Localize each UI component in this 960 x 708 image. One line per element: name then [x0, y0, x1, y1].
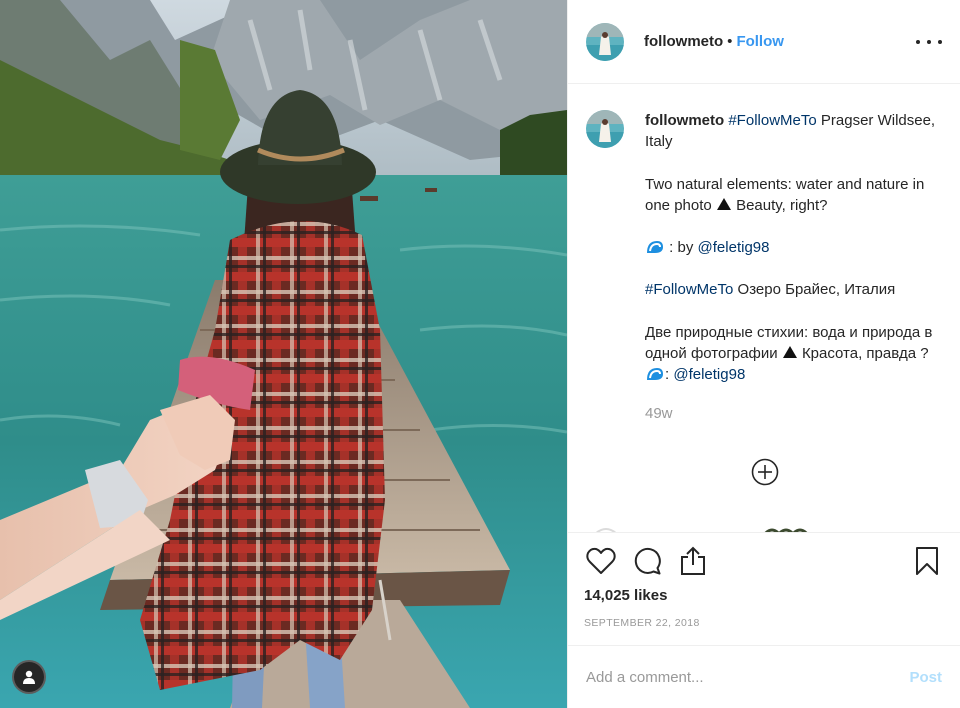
mention-link-2[interactable]: @feletig98 — [673, 366, 745, 383]
avatar-image — [586, 110, 624, 148]
header-username[interactable]: followmeto — [644, 33, 723, 50]
follow-button[interactable]: Follow — [736, 33, 784, 50]
mountain-emoji-icon — [716, 197, 731, 210]
caption-text: followmeto #FollowMeTo Pragser Wildsee, … — [645, 110, 942, 424]
heart-icon[interactable] — [584, 544, 618, 578]
camera-emoji-icon — [647, 368, 663, 381]
credit-prefix: : by — [669, 239, 694, 257]
action-icons — [584, 533, 944, 589]
person-icon — [23, 670, 35, 684]
caption-age: 49w — [645, 404, 673, 422]
caption-avatar[interactable] — [586, 110, 624, 148]
tagged-user-button[interactable] — [12, 660, 46, 694]
lake-dock-photo — [0, 0, 567, 708]
separator-dot: • — [727, 33, 733, 50]
location-ru: Озеро Брайес, Италия — [737, 281, 896, 299]
caption-ru-end: Красота, правда ? — [801, 345, 929, 363]
credit-prefix-2: : — [665, 366, 670, 384]
caption-en-end: Beauty, right? — [736, 196, 828, 214]
post-dialog: followmeto • Follow followmeto #FollowMe… — [0, 0, 960, 708]
bookmark-icon[interactable] — [910, 544, 944, 578]
post-header: followmeto • Follow — [568, 0, 960, 84]
post-date: SEPTEMBER 22, 2018 — [584, 617, 700, 629]
mention-link[interactable]: @feletig98 — [698, 239, 770, 256]
post-sidebar: followmeto • Follow followmeto #FollowMe… — [567, 0, 960, 708]
hashtag-link-ru[interactable]: #FollowMeTo — [645, 281, 733, 298]
likes-count[interactable]: 14,025 likes — [584, 587, 944, 604]
post-actions: 14,025 likes SEPTEMBER 22, 2018 — [568, 532, 960, 629]
mountain-emoji-icon — [782, 346, 797, 359]
caption-username[interactable]: followmeto — [645, 112, 724, 129]
comments-area: followmeto #FollowMeTo Pragser Wildsee, … — [568, 84, 960, 532]
more-dots-icon[interactable] — [916, 32, 942, 52]
hashtag-link[interactable]: #FollowMeTo — [728, 112, 816, 129]
plus-circle-icon[interactable] — [750, 457, 780, 487]
next-comment-peek — [595, 528, 808, 532]
avatar-image — [586, 22, 624, 61]
caption-row: followmeto #FollowMeTo Pragser Wildsee, … — [586, 110, 942, 424]
post-button[interactable]: Post — [909, 669, 942, 686]
comment-icon[interactable] — [630, 544, 664, 578]
post-photo[interactable] — [0, 0, 567, 708]
comment-input[interactable] — [586, 668, 910, 686]
share-icon[interactable] — [676, 544, 710, 578]
add-comment-bar: Post — [568, 645, 960, 708]
camera-emoji-icon — [647, 241, 663, 254]
avatar[interactable] — [586, 22, 624, 61]
